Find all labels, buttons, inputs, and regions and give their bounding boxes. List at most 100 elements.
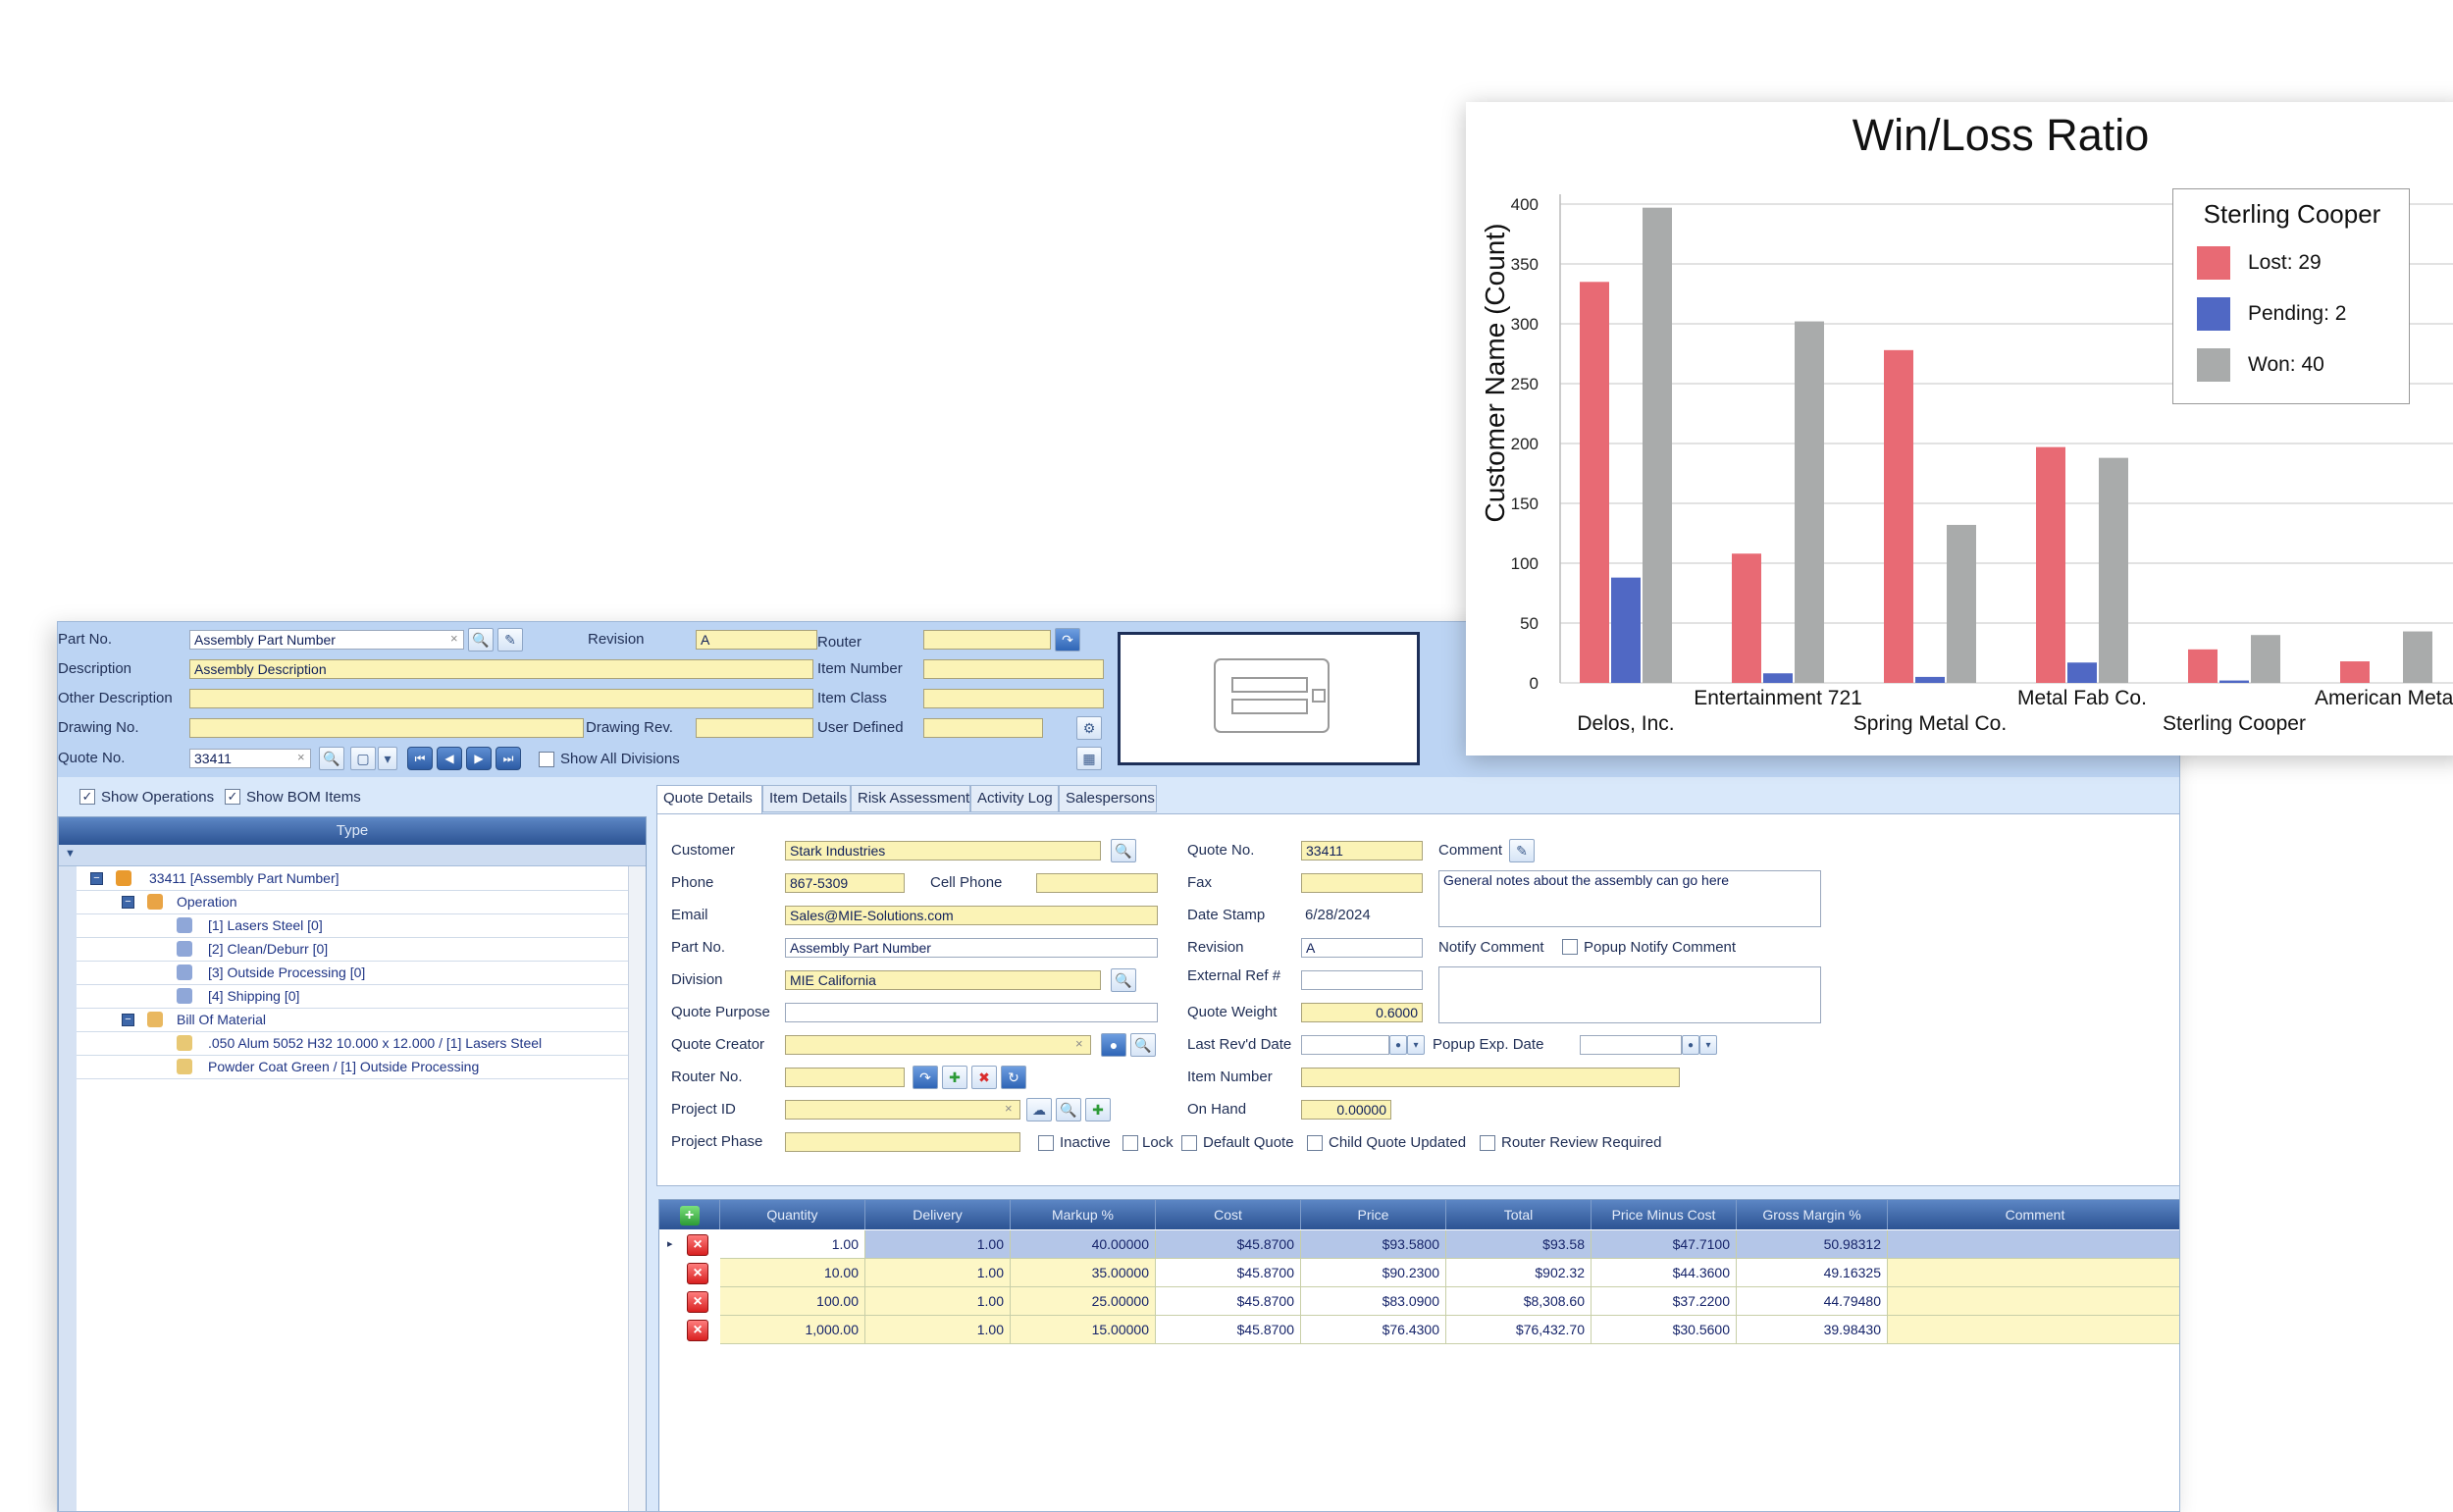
cell-total[interactable]: $76,432.70 — [1446, 1316, 1592, 1344]
on-hand-field[interactable]: 0.00000 — [1301, 1100, 1391, 1120]
cell-price-minus-cost[interactable]: $30.5600 — [1592, 1316, 1737, 1344]
email-field[interactable]: Sales@MIE-Solutions.com — [785, 906, 1158, 925]
cell-delivery[interactable]: 1.00 — [865, 1259, 1011, 1287]
prev-record-icon[interactable]: ◀ — [437, 747, 462, 770]
column-header-total[interactable]: Total — [1446, 1200, 1592, 1229]
cell-total[interactable]: $93.58 — [1446, 1230, 1592, 1259]
column-header-price[interactable]: Price — [1301, 1200, 1446, 1229]
tab-quote-details[interactable]: Quote Details — [656, 785, 762, 814]
cell-price[interactable]: $76.4300 — [1301, 1316, 1446, 1344]
fax-field[interactable] — [1301, 873, 1423, 893]
phone-field[interactable]: 867-5309 — [785, 873, 905, 893]
filter-icon[interactable]: ▼ — [65, 848, 76, 860]
cell-price[interactable]: $83.0900 — [1301, 1287, 1446, 1316]
delete-icon[interactable]: ✖ — [971, 1066, 997, 1089]
table-row[interactable]: × 1,000.00 1.00 15.00000 $45.8700 $76.43… — [659, 1316, 2179, 1344]
cell-gross-margin[interactable]: 39.98430 — [1737, 1316, 1888, 1344]
drawing-no-field[interactable] — [189, 718, 584, 738]
cell-total[interactable]: $8,308.60 — [1446, 1287, 1592, 1316]
clear-icon[interactable]: × — [1005, 1101, 1013, 1116]
part-no-field[interactable]: Assembly Part Number — [785, 938, 1158, 958]
collapse-icon[interactable]: − — [90, 872, 103, 885]
popup-notify-checkbox[interactable] — [1562, 939, 1578, 955]
tree-item[interactable]: Operation — [177, 890, 236, 913]
cell-gross-margin[interactable]: 44.79480 — [1737, 1287, 1888, 1316]
column-header-price-minus-cost[interactable]: Price Minus Cost — [1592, 1200, 1737, 1229]
cell-quantity[interactable]: 1.00 — [720, 1230, 865, 1259]
chevron-down-icon[interactable]: ▾ — [1699, 1035, 1717, 1055]
tab-item-details[interactable]: Item Details — [762, 785, 851, 812]
tree-item[interactable]: [4] Shipping [0] — [208, 984, 299, 1008]
tab-activity-log[interactable]: Activity Log — [970, 785, 1059, 812]
search-icon[interactable]: 🔍 — [468, 628, 494, 652]
delete-row-button[interactable]: × — [687, 1234, 708, 1256]
popup-exp-date-field[interactable] — [1580, 1035, 1682, 1055]
date-spin-icon[interactable]: ● — [1389, 1035, 1407, 1055]
column-header-gross-margin[interactable]: Gross Margin % — [1737, 1200, 1888, 1229]
tree-item[interactable]: [3] Outside Processing [0] — [208, 961, 365, 984]
edit-pencil-icon[interactable]: ✎ — [1509, 839, 1535, 862]
cell-markup[interactable]: 25.00000 — [1011, 1287, 1156, 1316]
cell-cost[interactable]: $45.8700 — [1156, 1316, 1301, 1344]
table-row[interactable]: × 10.00 1.00 35.00000 $45.8700 $90.2300 … — [659, 1259, 2179, 1287]
user-defined-field[interactable] — [923, 718, 1043, 738]
default-quote-checkbox[interactable] — [1181, 1135, 1197, 1151]
cell-cost[interactable]: $45.8700 — [1156, 1287, 1301, 1316]
search-icon[interactable]: 🔍 — [1130, 1033, 1156, 1057]
calculator-icon[interactable]: ▦ — [1076, 747, 1102, 770]
tree-scrollbar[interactable] — [628, 866, 646, 1511]
cell-phone-field[interactable] — [1036, 873, 1158, 893]
drawing-rev-field[interactable] — [696, 718, 813, 738]
cell-markup[interactable]: 15.00000 — [1011, 1316, 1156, 1344]
external-ref-field[interactable] — [1301, 970, 1423, 990]
item-number-field[interactable] — [1301, 1068, 1680, 1087]
item-class-field[interactable] — [923, 689, 1104, 708]
column-header-markup[interactable]: Markup % — [1011, 1200, 1156, 1229]
search-icon[interactable]: 🔍 — [1111, 968, 1136, 992]
last-revd-date-field[interactable] — [1301, 1035, 1389, 1055]
add-icon[interactable]: ✚ — [1085, 1098, 1111, 1121]
next-record-icon[interactable]: ▶ — [466, 747, 492, 770]
router-link-icon[interactable]: ↷ — [913, 1066, 938, 1089]
tree-item[interactable]: .050 Alum 5052 H32 10.000 x 12.000 / [1]… — [208, 1031, 542, 1055]
delete-row-button[interactable]: × — [687, 1320, 708, 1341]
cell-delivery[interactable]: 1.00 — [865, 1316, 1011, 1344]
new-quote-icon[interactable]: ▢ — [350, 747, 376, 770]
column-header-cost[interactable]: Cost — [1156, 1200, 1301, 1229]
cell-gross-margin[interactable]: 50.98312 — [1737, 1230, 1888, 1259]
cell-total[interactable]: $902.32 — [1446, 1259, 1592, 1287]
column-header-delivery[interactable]: Delivery — [865, 1200, 1011, 1229]
user-icon[interactable]: ● — [1101, 1033, 1126, 1057]
cell-delivery[interactable]: 1.00 — [865, 1230, 1011, 1259]
tree-item[interactable]: 33411 [Assembly Part Number] — [149, 866, 339, 890]
cell-quantity[interactable]: 10.00 — [720, 1259, 865, 1287]
part-no-field[interactable]: Assembly Part Number — [189, 630, 464, 650]
cell-gross-margin[interactable]: 49.16325 — [1737, 1259, 1888, 1287]
tree-item[interactable]: Powder Coat Green / [1] Outside Processi… — [208, 1055, 479, 1078]
cell-quantity[interactable]: 1,000.00 — [720, 1316, 865, 1344]
child-quote-checkbox[interactable] — [1307, 1135, 1323, 1151]
division-field[interactable]: MIE California — [785, 970, 1101, 990]
cell-price[interactable]: $90.2300 — [1301, 1259, 1446, 1287]
table-row[interactable]: × 100.00 1.00 25.00000 $45.8700 $83.0900… — [659, 1287, 2179, 1316]
quote-creator-field[interactable] — [785, 1035, 1091, 1055]
delete-row-button[interactable]: × — [687, 1291, 708, 1313]
collapse-icon[interactable]: − — [122, 1014, 134, 1026]
cell-comment[interactable] — [1888, 1287, 2179, 1316]
tree-item[interactable]: [1] Lasers Steel [0] — [208, 913, 323, 937]
show-bom-checkbox[interactable]: ✓ — [225, 789, 240, 805]
column-header-comment[interactable]: Comment — [1888, 1200, 2179, 1229]
cell-price-minus-cost[interactable]: $37.2200 — [1592, 1287, 1737, 1316]
comment-field[interactable]: General notes about the assembly can go … — [1438, 870, 1821, 927]
tree-item[interactable]: Bill Of Material — [177, 1008, 266, 1031]
search-icon[interactable]: 🔍 — [1111, 839, 1136, 862]
router-field[interactable] — [923, 630, 1051, 650]
tab-salespersons[interactable]: Salespersons — [1059, 785, 1157, 812]
cell-markup[interactable]: 40.00000 — [1011, 1230, 1156, 1259]
tree-column-header[interactable]: Type — [59, 817, 646, 845]
quote-no-field[interactable]: 33411 — [1301, 841, 1423, 860]
cell-cost[interactable]: $45.8700 — [1156, 1230, 1301, 1259]
inactive-checkbox[interactable] — [1038, 1135, 1054, 1151]
cell-quantity[interactable]: 100.00 — [720, 1287, 865, 1316]
project-icon[interactable]: ☁ — [1026, 1098, 1052, 1121]
